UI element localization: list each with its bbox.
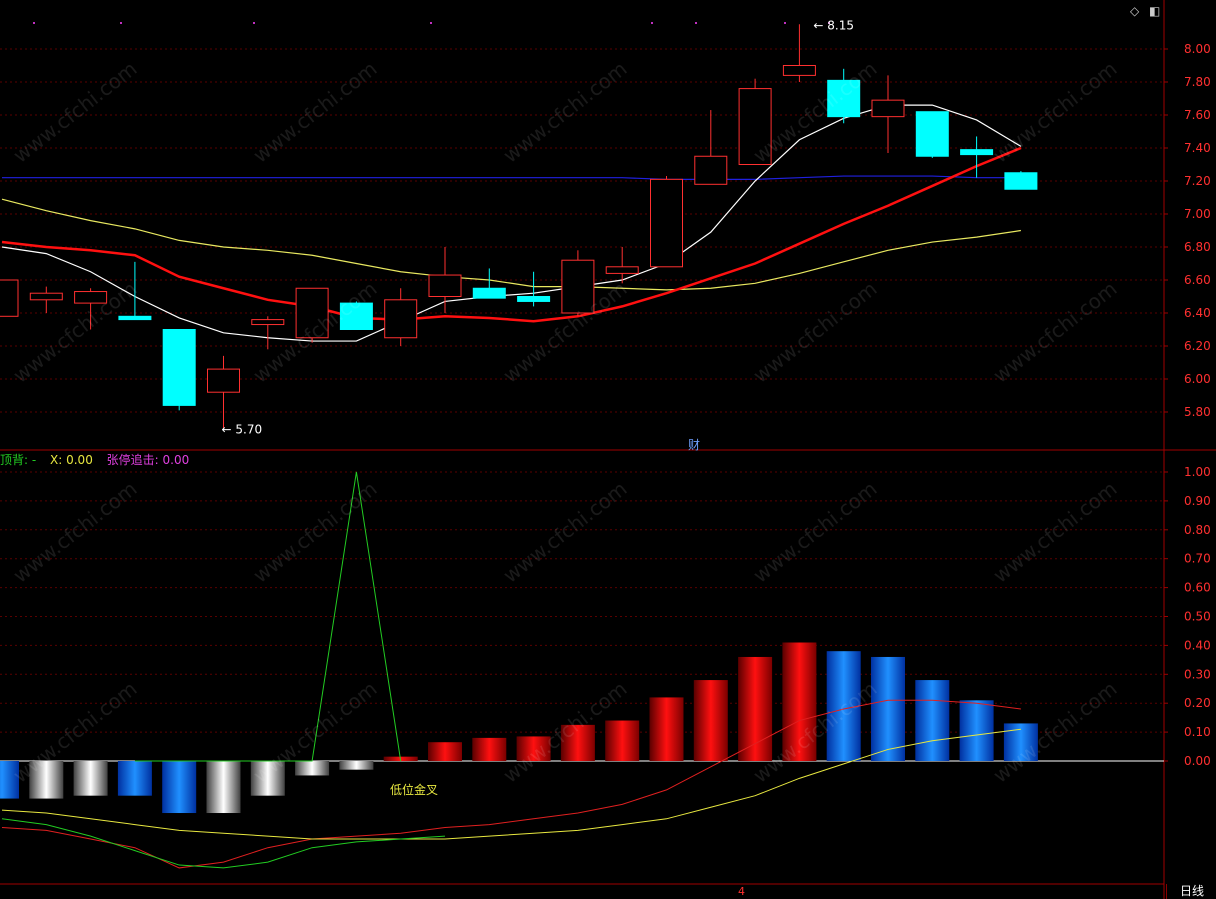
indicator-title: 顶背: - X: 0.00 张停追击: 0.00 bbox=[0, 451, 199, 468]
candle-body bbox=[782, 65, 816, 76]
candle-body bbox=[650, 178, 683, 268]
signal-yellow-line bbox=[1, 728, 1021, 840]
candle-body bbox=[561, 259, 595, 314]
event-dot bbox=[695, 22, 697, 24]
price-tick-label: 7.20 bbox=[1184, 174, 1211, 188]
price-tick-label: 7.60 bbox=[1184, 108, 1211, 122]
candle-body bbox=[871, 99, 905, 118]
price-tick-label: 7.00 bbox=[1184, 207, 1211, 221]
indicator-bar bbox=[339, 761, 374, 770]
indicator-title-item: X: 0.00 bbox=[50, 453, 93, 467]
candle-body bbox=[339, 302, 373, 331]
indicator-bar bbox=[1003, 723, 1038, 761]
indicator-tick-label: 0.40 bbox=[1184, 638, 1211, 652]
chart-canvas: 8.00 7.80 7.60 7.40 7.20 7.00 6.80 6.60 6.40 6.20… bbox=[0, 0, 1216, 899]
indicator-bar bbox=[162, 761, 197, 814]
candle-body bbox=[295, 287, 329, 339]
indicator-tick-label: 0.10 bbox=[1184, 725, 1211, 739]
indicator-bar bbox=[605, 720, 640, 761]
indicator-bar bbox=[782, 642, 817, 761]
price-tick-label: 6.40 bbox=[1184, 306, 1211, 320]
date-marker: 4 bbox=[738, 885, 745, 898]
indicator-bar bbox=[826, 651, 861, 761]
indicator-bar bbox=[959, 700, 994, 761]
high-price-label: ← 8.15 bbox=[813, 18, 854, 32]
indicator-title-item: 张停追击: 0.00 bbox=[106, 453, 190, 467]
event-dot bbox=[784, 22, 786, 24]
event-dot bbox=[651, 22, 653, 24]
candle-body bbox=[738, 88, 772, 165]
indicator-bar bbox=[73, 761, 108, 796]
panel-toggle-icon[interactable]: ◧ bbox=[1149, 4, 1160, 18]
indicator-bar bbox=[649, 697, 684, 761]
indicator-bar bbox=[915, 680, 950, 761]
price-tick-label: 6.60 bbox=[1184, 273, 1211, 287]
candle-body bbox=[517, 296, 551, 302]
candle-body bbox=[960, 149, 994, 156]
candle-body bbox=[207, 368, 240, 393]
candle-body bbox=[74, 291, 108, 304]
event-dot bbox=[120, 22, 122, 24]
indicator-tick-label: 0.60 bbox=[1184, 581, 1211, 595]
price-tick-label: 8.00 bbox=[1184, 42, 1211, 56]
event-dot bbox=[33, 22, 35, 24]
candle-body bbox=[915, 111, 949, 157]
candle-body bbox=[118, 315, 152, 321]
indicator-bar bbox=[117, 761, 152, 796]
indicator-bar bbox=[428, 742, 462, 761]
indicator-bar bbox=[871, 656, 905, 761]
indicator-tick-label: 0.70 bbox=[1184, 552, 1211, 566]
event-dot bbox=[430, 22, 432, 24]
price-tick-label: 7.40 bbox=[1184, 141, 1211, 155]
golden-cross-annotation: 低位金叉 bbox=[390, 783, 439, 797]
price-tick-label: 7.80 bbox=[1184, 75, 1211, 89]
indicator-bar bbox=[516, 736, 551, 761]
indicator-bar bbox=[738, 656, 773, 761]
price-tick-label: 6.20 bbox=[1184, 339, 1211, 353]
indicator-bar bbox=[472, 737, 507, 761]
indicator-tick-label: 0.90 bbox=[1184, 494, 1211, 508]
indicator-tick-label: 0.50 bbox=[1184, 610, 1211, 624]
indicator-bar bbox=[206, 761, 241, 814]
indicator-bar bbox=[295, 761, 330, 776]
price-tick-label: 6.00 bbox=[1184, 372, 1211, 386]
indicator-tick-label: 0.20 bbox=[1184, 696, 1211, 710]
indicator-tick-label: 0.30 bbox=[1184, 667, 1211, 681]
indicator-bar bbox=[693, 680, 728, 761]
diamond-icon[interactable]: ◇ bbox=[1130, 4, 1139, 18]
candle-body bbox=[1004, 172, 1038, 190]
period-button-daily[interactable]: 日线 bbox=[1166, 884, 1216, 899]
event-dot bbox=[253, 22, 255, 24]
candle-body bbox=[251, 319, 285, 326]
indicator-tick-label: 0.80 bbox=[1184, 523, 1211, 537]
candle-body bbox=[605, 266, 639, 274]
candle-body bbox=[694, 155, 728, 185]
candle-body bbox=[162, 329, 196, 406]
ma5-line bbox=[1, 104, 1022, 342]
indicator-bar bbox=[560, 724, 595, 761]
candle-body bbox=[384, 299, 418, 339]
ma-long-line bbox=[2, 175, 1021, 180]
price-tick-label: 6.80 bbox=[1184, 240, 1211, 254]
indicator-tick-label: 0.00 bbox=[1184, 754, 1211, 768]
indicator-bar bbox=[29, 761, 64, 799]
candle-body bbox=[428, 274, 462, 297]
indicator-title-item: 顶背: - bbox=[0, 453, 37, 467]
indicator-tick-label: 1.00 bbox=[1184, 465, 1211, 479]
signal-green-line bbox=[1, 818, 446, 869]
candle-body bbox=[472, 287, 506, 299]
indicator-bar bbox=[250, 761, 285, 796]
candle-body bbox=[827, 79, 861, 118]
price-tick-label: 5.80 bbox=[1184, 405, 1211, 419]
candle-body bbox=[0, 279, 19, 317]
signal-red-line bbox=[1, 699, 1021, 869]
candle-body bbox=[29, 292, 63, 301]
finance-tag[interactable]: 财 bbox=[688, 436, 700, 453]
indicator-bar bbox=[0, 761, 19, 799]
low-price-label: ← 5.70 bbox=[222, 423, 263, 437]
